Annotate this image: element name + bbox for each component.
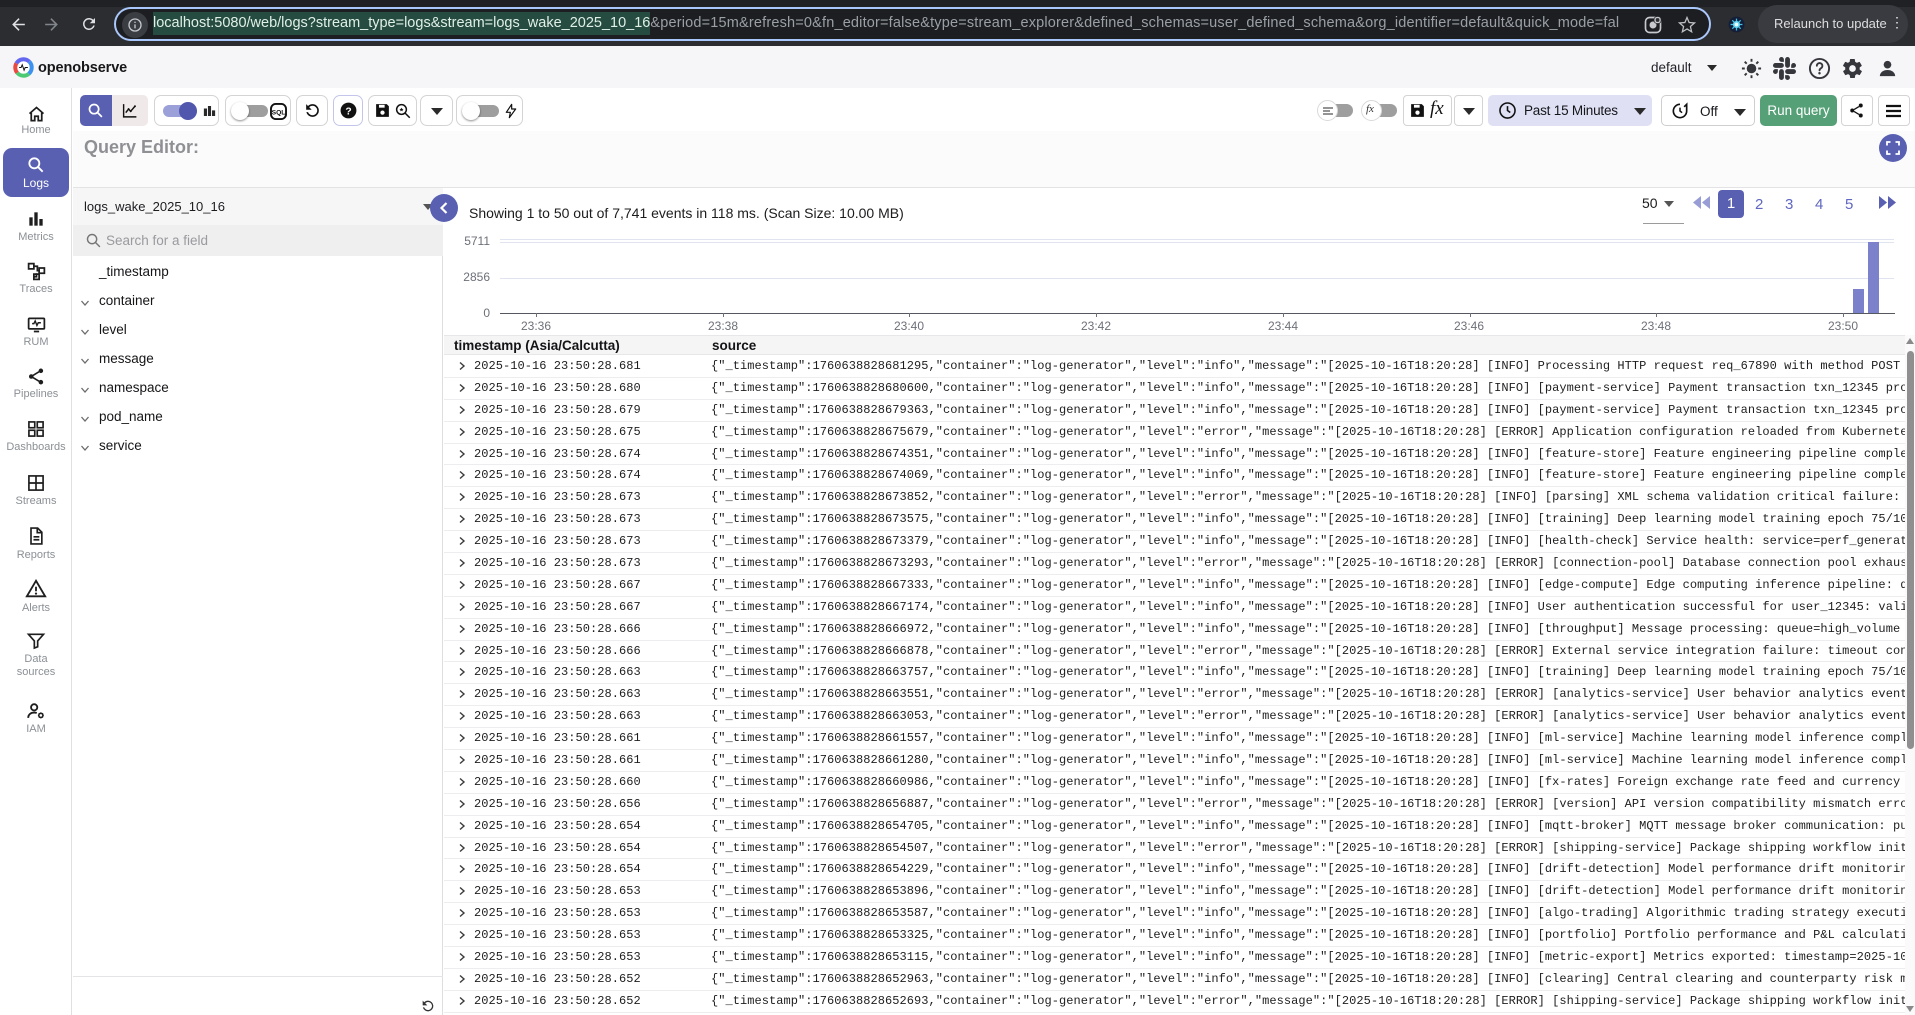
svg-text:?: ? — [345, 106, 351, 117]
svg-text:SQL: SQL — [272, 109, 286, 116]
